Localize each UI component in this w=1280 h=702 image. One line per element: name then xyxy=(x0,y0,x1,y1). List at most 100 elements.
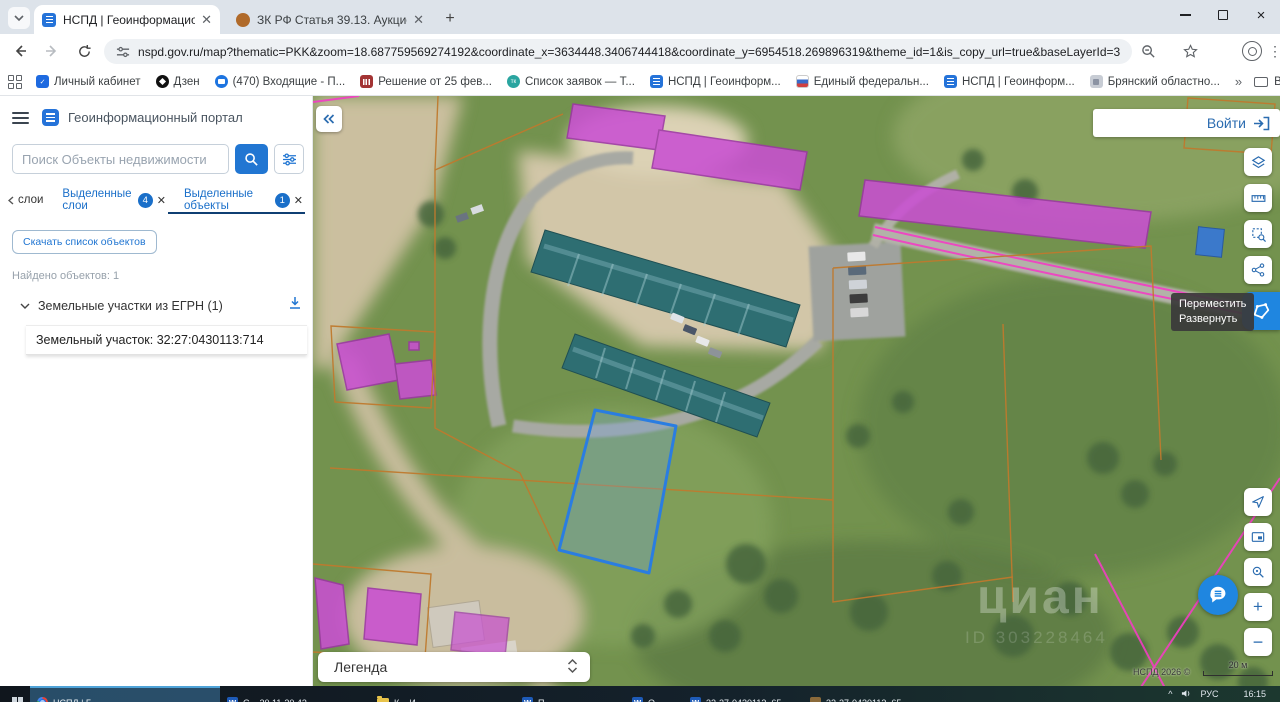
word-icon: W xyxy=(632,697,643,702)
chat-bubble-icon xyxy=(1210,586,1226,603)
tab-close-icon[interactable]: ✕ xyxy=(413,12,424,28)
tab-close-icon[interactable]: ✕ xyxy=(201,12,212,28)
search-input[interactable] xyxy=(12,144,229,174)
ruler-icon xyxy=(1251,194,1265,202)
windows-taskbar: НСПД | Г... WС... 20.11-20.43 К... И... … xyxy=(0,686,1280,702)
share-button[interactable] xyxy=(1244,256,1272,284)
profile-icon xyxy=(1242,41,1262,61)
close-icon[interactable]: ✕ xyxy=(294,194,303,207)
bookmark-item[interactable]: Решение от 25 фев... xyxy=(360,75,492,88)
bookmark-item[interactable]: НСПД | Геоинформ... xyxy=(649,75,781,88)
sidebar: Геоинформационный портал слои Выделенные… xyxy=(0,96,313,686)
map-viewport[interactable]: Войти Переместить Развернуть + − Легенда… xyxy=(313,96,1280,686)
apps-grid-icon[interactable] xyxy=(8,74,22,89)
tab-zkrf[interactable]: ЗК РФ Статья 39.13. Аукцион п ✕ xyxy=(228,5,432,34)
clock[interactable]: 16:15 xyxy=(1243,689,1266,699)
tab-search-button[interactable] xyxy=(8,7,30,29)
close-icon: × xyxy=(1256,6,1266,24)
tray-caret[interactable]: ^ xyxy=(1168,689,1172,699)
windows-icon xyxy=(12,697,23,702)
zoom-indicator-button[interactable] xyxy=(1136,39,1160,63)
tab-selected-objects[interactable]: Выделенные объекты 1 ✕ xyxy=(175,188,312,212)
select-area-icon xyxy=(1251,227,1266,242)
bookmark-item[interactable]: тк Список заявок — Т... xyxy=(506,75,635,88)
close-icon[interactable]: ✕ xyxy=(157,194,166,207)
legend-panel[interactable]: Легенда xyxy=(318,652,590,682)
start-button[interactable] xyxy=(0,686,30,702)
taskbar-document[interactable]: W32-27-0430113_65... xyxy=(683,686,803,702)
bookmark-item[interactable]: (470) Входящие - П... xyxy=(214,75,345,88)
layers-button[interactable] xyxy=(1244,148,1272,176)
address-bar[interactable]: nspd.gov.ru/map?thematic=PKK&zoom=18.687… xyxy=(104,39,1132,64)
taskbar-folder[interactable]: К... И... xyxy=(370,686,515,702)
back-button[interactable] xyxy=(8,39,32,63)
bookmark-item[interactable]: Дзен xyxy=(155,75,200,88)
scale-label: 20 м xyxy=(1228,660,1248,670)
zoom-in-button[interactable]: + xyxy=(1244,593,1272,621)
bookmark-item[interactable]: Единый федеральн... xyxy=(795,75,929,88)
scale-bar: 20 м xyxy=(1203,660,1273,676)
taskbar-document[interactable]: WО... xyxy=(625,686,683,702)
taskbar-document[interactable]: WП... xyxy=(515,686,625,702)
locate-search-button[interactable] xyxy=(1244,558,1272,586)
chevron-down-icon xyxy=(14,14,24,21)
mail-icon xyxy=(214,75,228,88)
language-indicator[interactable]: РУС xyxy=(1200,689,1218,699)
bookmark-star-button[interactable] xyxy=(1178,39,1202,63)
login-bar[interactable]: Войти xyxy=(1093,109,1280,137)
my-location-button[interactable] xyxy=(1244,488,1272,516)
window-close-button[interactable]: × xyxy=(1242,0,1280,30)
all-bookmarks-button[interactable]: Все закладки xyxy=(1254,76,1280,88)
tooltip-line: Переместить xyxy=(1179,298,1247,310)
system-tray[interactable]: ^ РУС 16:15 xyxy=(1168,686,1280,699)
chat-assistant-button[interactable] xyxy=(1198,575,1238,615)
bookmarks-overflow-button[interactable]: » xyxy=(1235,74,1242,89)
screen: НСПД | Геоинформационный ✕ ЗК РФ Статья … xyxy=(0,0,1280,702)
egrn-group-row[interactable]: Земельные участки из ЕГРН (1) xyxy=(20,296,302,315)
forward-icon xyxy=(46,45,57,57)
reload-button[interactable] xyxy=(72,39,96,63)
count-badge: 4 xyxy=(137,192,153,208)
nspd-icon xyxy=(649,75,663,88)
parcel-list-item[interactable]: Земельный участок: 32:27:0430113:714 xyxy=(26,325,307,355)
search-button[interactable] xyxy=(234,144,269,174)
search-settings-button[interactable] xyxy=(274,144,305,174)
satellite-map[interactable] xyxy=(313,96,1280,686)
government-icon xyxy=(360,75,374,88)
taskbar-document[interactable]: WС... 20.11-20.43 xyxy=(220,686,370,702)
tab-nspd[interactable]: НСПД | Геоинформационный ✕ xyxy=(34,5,220,34)
forward-button[interactable] xyxy=(40,39,64,63)
tab-layers[interactable]: слои xyxy=(0,194,53,206)
window-minimize-button[interactable] xyxy=(1166,0,1204,30)
star-icon xyxy=(1182,43,1198,58)
download-icon xyxy=(290,297,300,309)
bookmark-item[interactable]: ✓ Личный кабинет xyxy=(36,75,141,88)
found-objects-label: Найдено объектов: 1 xyxy=(12,270,120,282)
new-tab-button[interactable]: + xyxy=(440,9,460,29)
measure-button[interactable] xyxy=(1244,184,1272,212)
expand-collapse-icon[interactable] xyxy=(567,658,578,677)
bookmark-item[interactable]: Брянский областно... xyxy=(1089,75,1220,88)
browser-toolbar: nspd.gov.ru/map?thematic=PKK&zoom=18.687… xyxy=(0,34,1280,68)
window-maximize-button[interactable] xyxy=(1204,0,1242,30)
menu-button[interactable] xyxy=(12,111,29,124)
folder-icon xyxy=(1254,76,1269,87)
download-object-list-button[interactable]: Скачать список объектов xyxy=(12,230,157,254)
zoom-out-icon xyxy=(1141,44,1155,58)
bookmark-item[interactable]: НСПД | Геоинформ... xyxy=(943,75,1075,88)
download-group-button[interactable] xyxy=(288,296,302,315)
tab-selected-layers[interactable]: Выделенные слои 4 ✕ xyxy=(53,188,175,212)
sidebar-tabs: слои Выделенные слои 4 ✕ Выделенные объе… xyxy=(0,188,312,214)
taskbar-image-file[interactable]: 32-27-0430113_65... xyxy=(803,686,923,702)
word-icon: W xyxy=(690,697,701,702)
reload-icon xyxy=(78,44,91,57)
browser-menu-button[interactable]: ⋮ xyxy=(1263,39,1280,63)
zoom-out-button[interactable]: − xyxy=(1244,628,1272,656)
overview-map-button[interactable] xyxy=(1244,523,1272,551)
taskbar-chrome-window[interactable]: НСПД | Г... xyxy=(30,686,220,702)
profile-button[interactable] xyxy=(1240,39,1264,63)
layers-icon xyxy=(1251,155,1265,168)
collapse-sidebar-button[interactable] xyxy=(316,106,342,132)
volume-icon[interactable] xyxy=(1181,689,1191,698)
select-area-button[interactable] xyxy=(1244,220,1272,248)
